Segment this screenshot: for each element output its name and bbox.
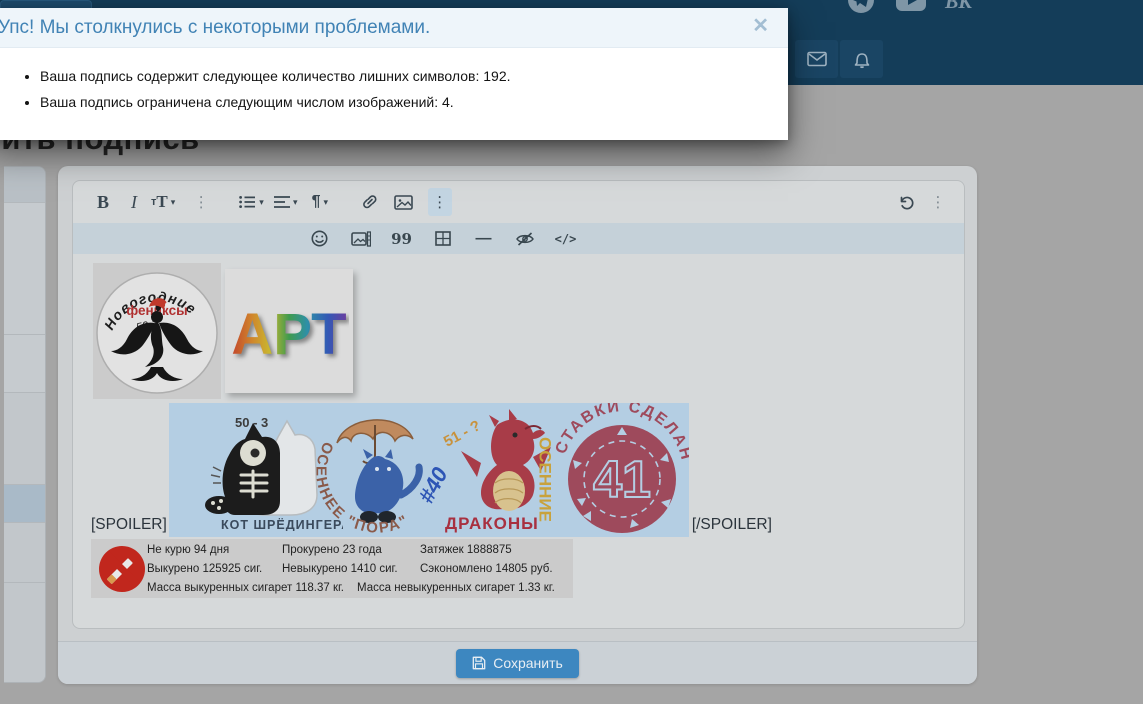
caret-down-icon: ▾ <box>259 197 264 208</box>
list-button[interactable]: ▾ <box>239 188 264 216</box>
autumn-cat-graphic: ОСЕННЕЕ "ПОРА" #40 <box>297 403 457 537</box>
sidebar-item-active[interactable] <box>4 485 45 523</box>
align-icon <box>274 195 290 209</box>
svg-text:ВК: ВК <box>944 0 973 13</box>
dragon-top-text: 51 - ? <box>441 417 484 450</box>
smiley-icon <box>311 230 328 247</box>
size-big-glyph: T <box>156 192 167 212</box>
sidebar-item[interactable] <box>4 167 45 203</box>
error-modal: Упс! Мы столкнулись с некоторыми проблем… <box>0 8 788 140</box>
gallery-button[interactable] <box>349 225 373 253</box>
quote-button[interactable]: 99 <box>390 225 414 253</box>
social-links: ВК <box>843 0 979 14</box>
insert-link-button[interactable] <box>358 188 382 216</box>
rich-text-editor[interactable]: B I тT▾ ⋮ ▾ <box>72 180 965 629</box>
stat-years: Прокурено 23 года <box>282 544 382 556</box>
stat-smoked: Выкурено 125925 сиг. <box>147 563 262 575</box>
bold-button[interactable]: B <box>91 188 115 216</box>
error-modal-title: Упс! Мы столкнулись с некоторыми проблем… <box>0 17 430 39</box>
bullet-list-icon <box>239 195 256 209</box>
art-badge-image: АРТ <box>225 269 353 393</box>
paragraph-format-button[interactable]: ¶▾ <box>308 188 332 216</box>
dragon-bottom-text: ДРАКОНЫ <box>445 514 539 533</box>
dragon-side-text: ОСЕННИЕ <box>535 437 554 522</box>
media-icon <box>351 231 371 247</box>
paragraph-glyph: ¶ <box>312 193 321 211</box>
save-label: Сохранить <box>493 655 563 671</box>
toolbar-divider-dots[interactable]: ⋮ <box>189 188 213 216</box>
editor-toolbar-main: B I тT▾ ⋮ ▾ <box>73 181 964 223</box>
spoiler-close-tag: [/SPOILER] <box>692 516 772 534</box>
caret-down-icon: ▾ <box>171 197 176 208</box>
sidebar-item[interactable] <box>4 335 45 393</box>
spoiler-line: [SPOILER] 50 - 3 <box>91 403 772 537</box>
stat-days: Не курю 94 дня <box>147 544 229 556</box>
bell-icon <box>853 50 871 69</box>
no-smoking-stats-banner: Не курю 94 дня Прокурено 23 года Затяжек… <box>91 539 573 598</box>
dragon-graphic: 51 - ? ОСЕННИЕ ДРАКОНЫ <box>437 407 567 533</box>
error-item: Ваша подпись содержит следующее количест… <box>40 63 768 89</box>
error-item: Ваша подпись ограничена следующим числом… <box>40 89 768 115</box>
save-floppy-icon <box>472 656 486 670</box>
stat-mass-not-smoked: Масса невыкуренных сигарет 1.33 кг. <box>357 582 555 594</box>
messages-button[interactable] <box>795 40 838 78</box>
font-size-button[interactable]: тT▾ <box>151 188 175 216</box>
poker-chip-graphic: 41 СТАВКИ СДЕЛАНЫ <box>555 403 689 537</box>
table-button[interactable] <box>431 225 455 253</box>
sidebar-item[interactable] <box>4 203 45 335</box>
telegram-icon[interactable] <box>843 0 879 14</box>
code-button[interactable]: </> <box>554 225 578 253</box>
error-modal-body: Ваша подпись содержит следующее количест… <box>0 48 788 115</box>
emoji-button[interactable] <box>308 225 332 253</box>
error-modal-header: Упс! Мы столкнулись с некоторыми проблем… <box>0 8 788 48</box>
caret-down-icon: ▾ <box>293 197 298 208</box>
eye-off-icon <box>515 231 535 247</box>
horizontal-rule-button[interactable]: — <box>472 225 496 253</box>
italic-button[interactable]: I <box>121 188 147 216</box>
undo-button[interactable] <box>894 188 918 216</box>
more-tools-button[interactable]: ⋮ <box>428 188 452 216</box>
modal-close-button[interactable]: ✕ <box>752 16 769 36</box>
youtube-icon[interactable] <box>893 0 929 14</box>
stat-saved: Сэкономлено 14805 руб. <box>420 563 553 575</box>
form-footer: Сохранить <box>58 641 977 684</box>
alerts-button[interactable] <box>840 40 883 78</box>
envelope-icon <box>807 51 827 67</box>
signature-panel: B I тT▾ ⋮ ▾ <box>58 166 977 684</box>
account-sidebar <box>4 166 46 683</box>
table-icon <box>435 231 451 246</box>
insert-image-button[interactable] <box>392 188 416 216</box>
sidebar-item[interactable] <box>4 393 45 485</box>
link-icon <box>361 194 379 210</box>
phoenix-badge-image: Новогодние фениксы 52-2 <box>93 263 221 399</box>
close-icon: ✕ <box>752 15 769 37</box>
chip-number: 41 <box>593 451 651 509</box>
stat-mass-smoked: Масса выкуренных сигарет 118.37 кг. <box>147 582 344 594</box>
save-button[interactable]: Сохранить <box>456 649 579 678</box>
align-button[interactable]: ▾ <box>274 188 298 216</box>
art-text: АРТ <box>231 302 346 367</box>
spoiler-button[interactable] <box>513 225 537 253</box>
stat-puffs: Затяжек 1888875 <box>420 544 512 556</box>
error-list: Ваша подпись содержит следующее количест… <box>40 63 768 115</box>
editor-toolbar-secondary: 99 — <box>73 223 964 254</box>
stat-not-smoked: Невыкурено 1410 сиг. <box>282 563 398 575</box>
image-icon <box>394 195 413 210</box>
undo-icon <box>897 194 915 211</box>
editor-menu-button[interactable]: ⋮ <box>926 188 950 216</box>
spoiler-open-tag: [SPOILER] <box>91 516 167 534</box>
vk-icon[interactable]: ВК <box>943 0 979 14</box>
sidebar-item[interactable] <box>4 583 45 683</box>
sidebar-item[interactable] <box>4 523 45 583</box>
events-banner-image: 50 - 3 КОТ ШРЁДИНГЕРА <box>169 403 689 537</box>
no-smoking-icon <box>96 543 148 595</box>
caret-down-icon: ▾ <box>323 197 328 208</box>
